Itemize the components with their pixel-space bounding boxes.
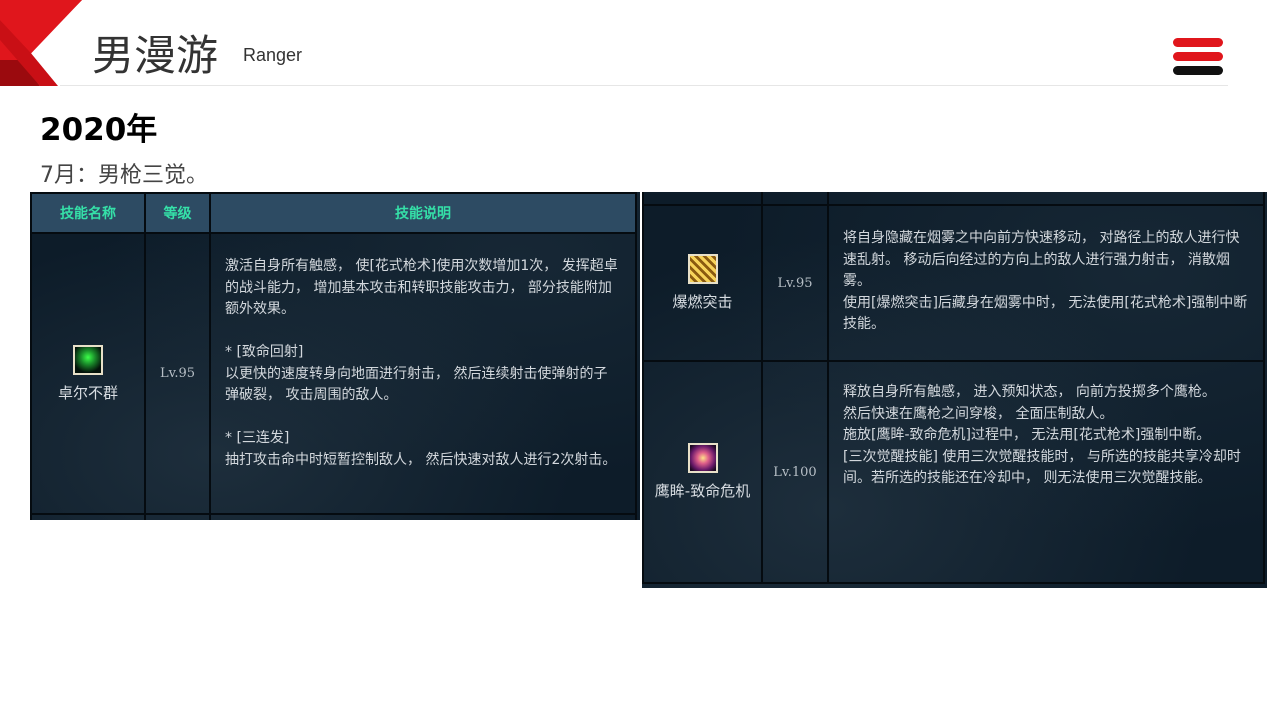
header-divider (60, 85, 1228, 86)
skill-description-cell: 释放自身所有触感， 进入预知状态， 向前方投掷多个鹰枪。 然后快速在鹰枪之间穿梭… (827, 360, 1265, 584)
skill-row-name-cell: 鹰眸-致命危机 (642, 360, 763, 584)
skill-table-right: 爆燃突击 Lv.95 将自身隐藏在烟雾之中向前方快速移动， 对路径上的敌人进行快… (642, 192, 1267, 588)
skill-description-cell: 将自身隐藏在烟雾之中向前方快速移动， 对路径上的敌人进行快速乱射。 移动后向经过… (827, 204, 1265, 362)
skill-name: 爆燃突击 (672, 293, 733, 311)
hamburger-menu-icon[interactable] (1173, 38, 1223, 76)
skill-description-main: 将自身隐藏在烟雾之中向前方快速移动， 对路径上的敌人进行快速乱射。 移动后向经过… (843, 230, 1248, 332)
skill-description-main: 激活自身所有触感， 使[花式枪术]使用次数增加1次， 发挥超卓的战斗能力， 增加… (225, 258, 618, 317)
skill-name: 鹰眸-致命危机 (654, 482, 751, 500)
skill-description-main: 释放自身所有触感， 进入预知状态， 向前方投掷多个鹰枪。 然后快速在鹰枪之间穿梭… (843, 384, 1241, 486)
corner-logo-decoration (0, 0, 82, 86)
skill-row-name-cell: 爆燃突击 (642, 204, 763, 362)
skill-row-name-cell: 卓尔不群 (30, 232, 146, 515)
column-header-level: 等级 (144, 192, 211, 234)
skill-name: 卓尔不群 (57, 383, 118, 402)
green-figure-skill-icon (73, 344, 103, 375)
page-subtitle: Ranger (243, 45, 303, 65)
skill-level-cell: Lv.95 (761, 204, 829, 362)
page-title: 男漫游 (92, 31, 219, 80)
column-header-skill-name: 技能名称 (30, 192, 146, 234)
skill-description-sub2: * [三连发] 抽打攻击命中时短暂控制敌人， 然后快速对敌人进行2次射击。 (225, 430, 617, 468)
skill-level-cell: Lv.100 (761, 360, 829, 584)
column-header-description: 技能说明 (209, 192, 637, 234)
table-row-partial (30, 513, 146, 520)
skill-level-cell: Lv.95 (144, 232, 211, 515)
table-row-partial (209, 513, 637, 520)
skill-description-cell: 激活自身所有触感， 使[花式枪术]使用次数增加1次， 发挥超卓的战斗能力， 增加… (209, 232, 637, 515)
table-row-partial (144, 513, 211, 520)
skill-table-left: 技能名称 等级 技能说明 卓尔不群 Lv.95 激活自身所有触感， 使[花式枪术… (30, 192, 640, 520)
golden-swirl-skill-icon (687, 254, 718, 284)
section-year-heading: 2020年 (40, 112, 158, 148)
skill-description-sub1: * [致命回射] 以更快的速度转身向地面进行射击， 然后连续射击使弹射的子弹破裂… (225, 344, 608, 403)
eye-burst-skill-icon (687, 443, 718, 473)
section-note: 7月：男枪三觉。 (40, 163, 208, 188)
